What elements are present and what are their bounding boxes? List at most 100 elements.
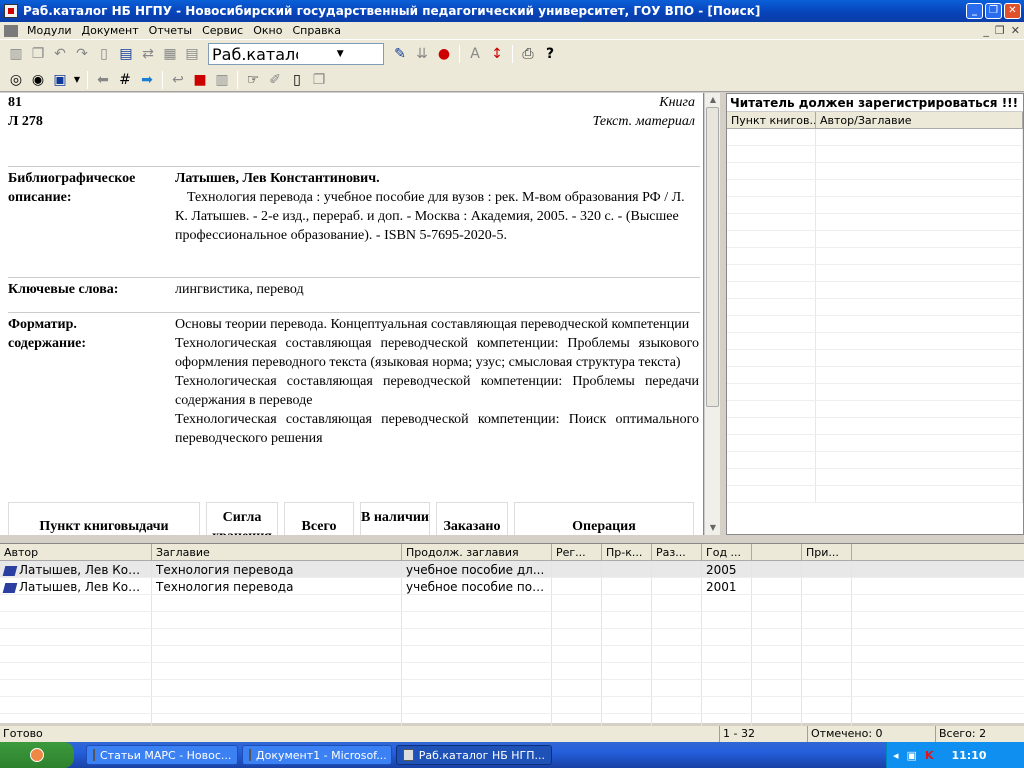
chevron-down-icon[interactable]: ▼ — [72, 70, 82, 90]
title-bar[interactable]: Раб.каталог НБ НГПУ - Новосибирский госу… — [0, 0, 1024, 22]
cell-blank — [752, 578, 802, 594]
table-row[interactable] — [0, 680, 1024, 697]
traffic-light-icon[interactable]: ● — [434, 44, 454, 64]
menu-window[interactable]: Окно — [248, 24, 287, 37]
binoculars-icon[interactable]: ◎ — [6, 70, 26, 90]
pen-icon[interactable]: ✎ — [390, 44, 410, 64]
chevron-down-icon[interactable]: ▼ — [298, 44, 384, 64]
col-year[interactable]: Год ... — [702, 544, 752, 560]
col-blank[interactable] — [752, 544, 802, 560]
pointer-hand-icon[interactable]: ☞ — [243, 70, 263, 90]
menu-document[interactable]: Документ — [77, 24, 144, 37]
copy-doc-icon[interactable]: ❐ — [309, 70, 329, 90]
network-icon[interactable]: ▣ — [907, 749, 917, 762]
maximize-button[interactable]: ❐ — [985, 3, 1002, 19]
clock[interactable]: 11:10 — [951, 749, 986, 762]
task-button-word[interactable]: Документ1 - Microsof... — [242, 745, 392, 765]
col-copies[interactable]: Пр-к... — [602, 544, 652, 560]
copy-icon[interactable]: ❐ — [28, 44, 48, 64]
open-book-icon[interactable]: ▣ — [50, 70, 70, 90]
print-icon[interactable]: ⎙ — [518, 44, 538, 64]
help-icon[interactable]: ? — [540, 44, 560, 64]
doc-list-icon[interactable]: ▤ — [182, 44, 202, 64]
start-button[interactable] — [0, 742, 74, 768]
reader-col-point[interactable]: Пункт книгов... — [727, 112, 816, 128]
stop-icon[interactable]: ■ — [190, 70, 210, 90]
window-icon — [93, 749, 95, 761]
windows-logo-icon — [30, 748, 44, 762]
table-row[interactable] — [0, 697, 1024, 714]
number-icon[interactable]: # — [115, 70, 135, 90]
sort-icon[interactable]: ↕ — [487, 44, 507, 64]
scrollbar-thumb[interactable] — [706, 107, 719, 407]
binoculars-doc-icon[interactable]: ◉ — [28, 70, 48, 90]
table-row[interactable] — [0, 663, 1024, 680]
antivirus-icon[interactable]: K — [925, 749, 934, 762]
menu-reports[interactable]: Отчеты — [144, 24, 197, 37]
document-icon[interactable] — [4, 24, 18, 37]
window-title: Раб.каталог НБ НГПУ - Новосибирский госу… — [23, 4, 761, 18]
minimize-button[interactable]: _ — [966, 3, 983, 19]
reader-col-author-title[interactable]: Автор/Заглавие — [816, 112, 1023, 128]
forward-arrow-icon[interactable]: ➡ — [137, 70, 157, 90]
stats-icon[interactable]: ▦ — [160, 44, 180, 64]
sort-az-icon[interactable]: A — [465, 44, 485, 64]
reader-grid-body[interactable] — [727, 129, 1023, 503]
tray-expand-icon[interactable]: ◂ — [893, 749, 899, 762]
cell-copies — [602, 578, 652, 594]
menu-modules[interactable]: Модули — [22, 24, 77, 37]
status-total: Всего: 2 — [939, 727, 987, 740]
col-author[interactable]: Автор — [0, 544, 152, 560]
scroll-up-icon[interactable]: ▲ — [705, 93, 721, 107]
col-title[interactable]: Заглавие — [152, 544, 402, 560]
task-button-catalog[interactable]: Раб.каталог НБ НГП... — [396, 745, 552, 765]
cell-author: Латышев, Лев Кон... — [0, 578, 152, 594]
results-header: Автор Заглавие Продолж. заглавия Рег... … — [0, 544, 1024, 561]
redo-icon[interactable]: ↷ — [72, 44, 92, 64]
table-row[interactable]: Латышев, Лев Кон... Технология перевода … — [0, 578, 1024, 595]
main-toolbar: ▥ ❐ ↶ ↷ ▯ ▤ ⇄ ▦ ▤ Раб.каталог НБ НГПУ ▼ … — [0, 40, 1024, 68]
card-icon[interactable]: ▯ — [287, 70, 307, 90]
col-subtitle[interactable]: Продолж. заглавия — [402, 544, 552, 560]
scroll-down-icon[interactable]: ▼ — [705, 521, 721, 535]
document-scrollbar[interactable]: ▲ ▼ — [704, 93, 720, 535]
building-icon[interactable]: ▥ — [212, 70, 232, 90]
app-icon[interactable] — [4, 4, 18, 18]
down-arrows-icon[interactable]: ⇊ — [412, 44, 432, 64]
table-row[interactable] — [0, 612, 1024, 629]
col-section[interactable]: Раз... — [652, 544, 702, 560]
task-label: Раб.каталог НБ НГП... — [418, 748, 545, 762]
status-bar: Готово 1 - 32 Отмечено: 0 Всего: 2 — [0, 726, 1024, 742]
mdi-minimize-button[interactable]: _ — [983, 24, 989, 37]
horizontal-splitter[interactable] — [0, 535, 1024, 543]
table-row[interactable] — [0, 646, 1024, 663]
menu-service[interactable]: Сервис — [197, 24, 248, 37]
catalog-select[interactable]: Раб.каталог НБ НГПУ ▼ — [208, 43, 384, 65]
task-button-mars[interactable]: Статьи МАРС - Новос... — [86, 745, 238, 765]
col-note[interactable]: При... — [802, 544, 852, 560]
cell-year: 2001 — [702, 578, 752, 594]
table-row[interactable] — [0, 595, 1024, 612]
undo-icon[interactable]: ↶ — [50, 44, 70, 64]
system-tray: ◂ ▣ K 11:10 — [886, 742, 1024, 768]
mdi-close-button[interactable]: ✕ — [1011, 24, 1020, 37]
mdi-restore-button[interactable]: ❐ — [995, 24, 1005, 37]
divider — [8, 312, 700, 313]
books-icon[interactable]: ▥ — [6, 44, 26, 64]
book-open-icon[interactable]: ▯ — [94, 44, 114, 64]
book-icon — [2, 582, 18, 593]
transfer-icon[interactable]: ⇄ — [138, 44, 158, 64]
bib-text: Технология перевода : учебное пособие дл… — [175, 190, 685, 243]
eraser-icon[interactable]: ✐ — [265, 70, 285, 90]
book-edit-icon[interactable]: ▤ — [116, 44, 136, 64]
close-button[interactable]: ✕ — [1004, 3, 1021, 19]
document-view[interactable]: 81 Л 278 Книга Текст. материал Библиогра… — [0, 93, 704, 535]
menu-help[interactable]: Справка — [287, 24, 345, 37]
table-row[interactable] — [0, 629, 1024, 646]
task-label: Документ1 - Microsof... — [256, 748, 387, 762]
back-arrow-icon[interactable]: ⬅ — [93, 70, 113, 90]
cell-section — [652, 578, 702, 594]
col-reg[interactable]: Рег... — [552, 544, 602, 560]
table-row[interactable]: Латышев, Лев Кон... Технология перевода … — [0, 561, 1024, 578]
reply-icon[interactable]: ↩ — [168, 70, 188, 90]
